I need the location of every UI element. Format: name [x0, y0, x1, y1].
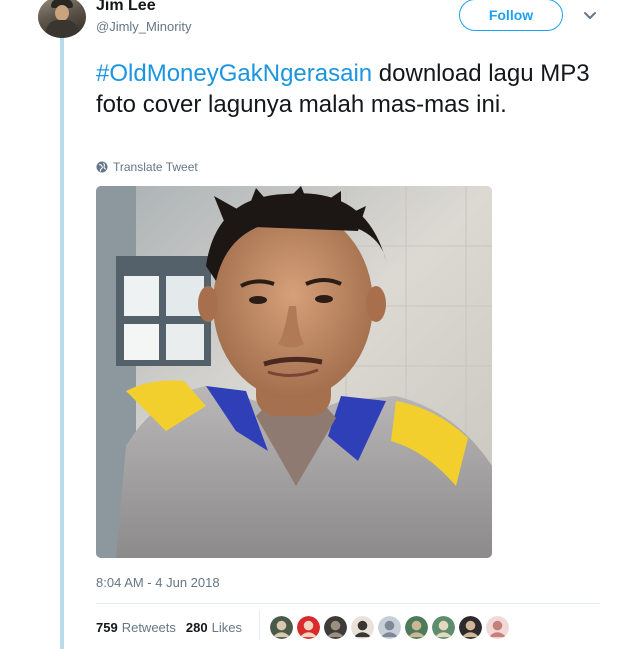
tweet-stats: 759 Retweets 280 Likes — [96, 620, 242, 635]
retweets-count: 759 — [96, 620, 118, 635]
stats-divider — [96, 603, 600, 604]
stats-separator — [259, 610, 260, 640]
avatar-face — [55, 5, 69, 21]
liker-avatar[interactable] — [378, 616, 401, 639]
likes-count: 280 — [185, 620, 208, 635]
follow-button[interactable]: Follow — [459, 0, 563, 31]
translate-tweet-link[interactable]: Translate Tweet — [96, 160, 198, 174]
liker-avatar[interactable] — [270, 616, 293, 639]
photo-illustration — [96, 186, 492, 558]
liker-avatars — [270, 616, 509, 639]
thread-line — [60, 36, 64, 649]
hashtag-link[interactable]: #OldMoneyGakNgerasain — [96, 60, 372, 87]
chevron-down-icon[interactable] — [580, 6, 600, 26]
liker-avatar[interactable] — [324, 616, 347, 639]
retweets-stat[interactable]: 759 Retweets — [96, 620, 176, 635]
author-avatar[interactable] — [38, 0, 86, 38]
likes-stat[interactable]: 280 Likes — [186, 620, 242, 635]
likes-label: Likes — [211, 620, 242, 635]
liker-avatar[interactable] — [405, 616, 428, 639]
tweet-photo[interactable] — [96, 186, 492, 558]
globe-icon — [96, 161, 108, 173]
author-name[interactable]: Jim Lee — [96, 0, 156, 15]
retweets-label: Retweets — [121, 620, 176, 635]
tweet-text: #OldMoneyGakNgerasain download lagu MP3 … — [96, 58, 616, 120]
author-handle[interactable]: @Jimly_Minority — [96, 19, 192, 34]
liker-avatar[interactable] — [486, 616, 509, 639]
liker-avatar[interactable] — [459, 616, 482, 639]
liker-avatar[interactable] — [432, 616, 455, 639]
avatar-body — [46, 20, 78, 38]
tweet-timestamp[interactable]: 8:04 AM - 4 Jun 2018 — [96, 575, 220, 590]
liker-avatar[interactable] — [351, 616, 374, 639]
liker-avatar[interactable] — [297, 616, 320, 639]
translate-label: Translate Tweet — [113, 160, 198, 174]
